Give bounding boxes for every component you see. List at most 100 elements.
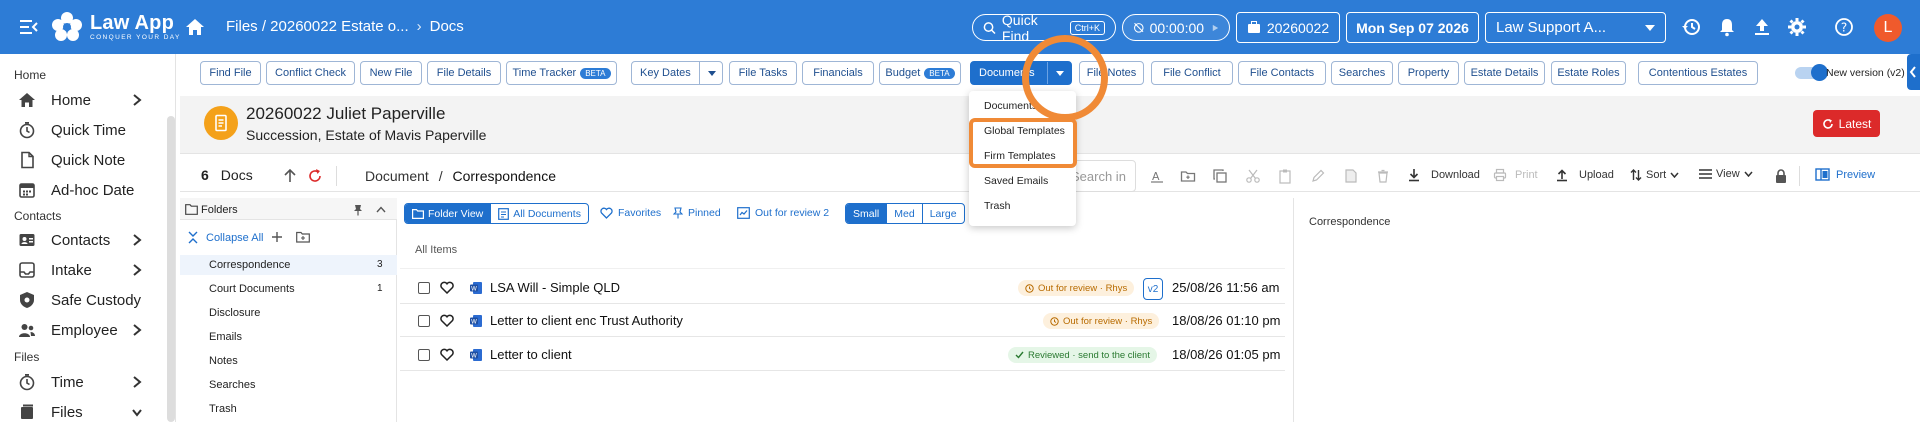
tab-file-contacts[interactable]: File Contacts xyxy=(1238,61,1326,85)
role-select[interactable]: Law Support A... xyxy=(1485,12,1666,43)
app-logo[interactable]: Law App CONQUER YOUR DAY xyxy=(50,11,181,43)
out-for-review-filter[interactable]: Out for review 2 xyxy=(737,207,829,219)
all-documents-button[interactable]: All Documents xyxy=(491,204,588,223)
sidebar-item-contacts[interactable]: Contacts xyxy=(18,228,158,252)
tab-file-tasks[interactable]: File Tasks xyxy=(729,61,797,85)
paste-icon[interactable] xyxy=(1277,168,1293,184)
tab-financials[interactable]: Financials xyxy=(802,61,874,85)
size-small-button[interactable]: Small xyxy=(846,204,888,223)
menu-item-saved-emails[interactable]: Saved Emails xyxy=(984,175,1048,187)
document-name[interactable]: Letter to client xyxy=(490,347,572,362)
pin-icon[interactable] xyxy=(353,204,363,216)
tab-key-dates[interactable]: Key Dates xyxy=(631,61,723,85)
avatar[interactable]: L xyxy=(1874,14,1902,42)
tab-new-file[interactable]: New File xyxy=(360,61,422,85)
favorites-filter[interactable]: Favorites xyxy=(600,207,661,219)
size-medium-button[interactable]: Med xyxy=(887,204,923,223)
plus-icon[interactable] xyxy=(271,231,283,243)
heart-icon[interactable] xyxy=(440,281,454,294)
sidebar-item-files[interactable]: Files xyxy=(18,400,158,422)
row-checkbox[interactable] xyxy=(418,315,430,327)
latest-button[interactable]: Latest xyxy=(1813,110,1880,137)
collapse-all-button[interactable]: Collapse All xyxy=(206,232,263,244)
history-icon[interactable] xyxy=(1681,17,1701,37)
lock-icon[interactable] xyxy=(1773,168,1789,184)
preview-button[interactable]: Preview xyxy=(1815,168,1875,181)
edit-icon[interactable] xyxy=(1310,168,1326,184)
sidebar-item-safe-custody[interactable]: Safe Custody xyxy=(18,288,158,312)
sidebar-item-ad-hoc-date[interactable]: Ad-hoc Date xyxy=(18,178,158,202)
new-folder-icon[interactable] xyxy=(1180,168,1196,184)
folder-item-trash[interactable]: Trash xyxy=(209,403,237,415)
folder-item-searches[interactable]: Searches xyxy=(209,379,255,391)
download-button[interactable]: Download xyxy=(1407,168,1480,182)
heart-icon[interactable] xyxy=(440,348,454,361)
heart-icon[interactable] xyxy=(440,314,454,327)
rename-icon[interactable]: A xyxy=(1149,168,1165,184)
tab-file-details[interactable]: File Details xyxy=(427,61,501,85)
print-button[interactable]: Print xyxy=(1493,168,1538,182)
copy-icon[interactable] xyxy=(1212,168,1228,184)
play-icon[interactable] xyxy=(1212,23,1219,33)
chevron-up-icon[interactable] xyxy=(376,206,386,213)
bell-icon[interactable] xyxy=(1717,17,1737,37)
new-folder-icon[interactable] xyxy=(296,231,310,243)
date-button[interactable]: Mon Sep 07 2026 xyxy=(1346,12,1479,43)
sign-document-icon[interactable] xyxy=(1343,168,1359,184)
delete-icon[interactable] xyxy=(1375,168,1391,184)
table-row[interactable]: W LSA Will - Simple QLD Out for review ·… xyxy=(400,271,1285,304)
tab-budget[interactable]: Budget BETA xyxy=(879,61,961,85)
sidebar-item-home[interactable]: Home xyxy=(18,88,158,112)
tab-find-file[interactable]: Find File xyxy=(200,61,261,85)
upload-icon[interactable] xyxy=(1752,17,1772,37)
sidebar-item-intake[interactable]: Intake xyxy=(18,258,158,282)
tab-contentious-estates[interactable]: Contentious Estates xyxy=(1638,61,1758,85)
tab-searches[interactable]: Searches xyxy=(1331,61,1393,85)
breadcrumb-file[interactable]: Files / 20260022 Estate o... xyxy=(226,18,409,35)
document-name[interactable]: LSA Will - Simple QLD xyxy=(490,280,620,295)
menu-item-trash[interactable]: Trash xyxy=(984,200,1010,212)
current-file-button[interactable]: 20260022 xyxy=(1236,12,1340,43)
right-panel-handle[interactable] xyxy=(1907,54,1920,90)
folder-item-disclosure[interactable]: Disclosure xyxy=(209,307,260,319)
tab-estate-roles[interactable]: Estate Roles xyxy=(1551,61,1626,85)
tab-estate-details[interactable]: Estate Details xyxy=(1464,61,1545,85)
row-checkbox[interactable] xyxy=(418,349,430,361)
sidebar-item-employee[interactable]: Employee xyxy=(18,318,158,342)
sidebar-item-quick-note[interactable]: Quick Note xyxy=(18,148,158,172)
upload-button[interactable]: Upload xyxy=(1555,168,1614,182)
tab-file-conflict[interactable]: File Conflict xyxy=(1151,61,1233,85)
home-icon[interactable] xyxy=(185,17,205,37)
folder-item-court-documents[interactable]: Court Documents xyxy=(209,283,295,295)
cut-icon[interactable] xyxy=(1245,168,1261,184)
folder-item-notes[interactable]: Notes xyxy=(209,355,238,367)
document-name[interactable]: Letter to client enc Trust Authority xyxy=(490,313,683,328)
folder-item-emails[interactable]: Emails xyxy=(209,331,242,343)
pinned-filter[interactable]: Pinned xyxy=(673,207,721,219)
quick-find-button[interactable]: Quick Find Ctrl+K xyxy=(972,12,1116,44)
tab-property[interactable]: Property xyxy=(1398,61,1459,85)
document-breadcrumb-root[interactable]: Document xyxy=(365,168,429,184)
preview-divider[interactable] xyxy=(1293,198,1294,422)
menu-collapse-icon[interactable] xyxy=(20,18,38,36)
sort-button[interactable]: Sort xyxy=(1630,168,1679,182)
sidebar-scrollbar[interactable] xyxy=(167,116,175,422)
version-badge[interactable]: v2 xyxy=(1143,278,1163,300)
folder-view-button[interactable]: Folder View xyxy=(405,204,492,223)
sidebar-item-time[interactable]: Time xyxy=(18,370,158,394)
tab-conflict-check[interactable]: Conflict Check xyxy=(266,61,355,85)
gear-icon[interactable] xyxy=(1787,17,1807,37)
row-checkbox[interactable] xyxy=(418,282,430,294)
arrow-up-icon[interactable] xyxy=(282,168,298,184)
size-large-button[interactable]: Large xyxy=(923,204,964,223)
table-row[interactable]: W Letter to client enc Trust Authority O… xyxy=(400,304,1285,337)
timer-widget[interactable]: 00:00:00 xyxy=(1122,14,1230,41)
view-button[interactable]: View xyxy=(1699,168,1753,180)
folder-item-correspondence[interactable]: Correspondence xyxy=(209,259,290,271)
table-row[interactable]: W Letter to client Reviewed · send to th… xyxy=(400,338,1285,371)
refresh-icon[interactable] xyxy=(307,168,323,184)
tab-time-tracker[interactable]: Time Tracker BETA xyxy=(506,61,617,85)
key-dates-dropdown[interactable] xyxy=(699,62,723,84)
sidebar-item-quick-time[interactable]: Quick Time xyxy=(18,118,158,142)
help-icon[interactable]: ? xyxy=(1834,17,1854,37)
